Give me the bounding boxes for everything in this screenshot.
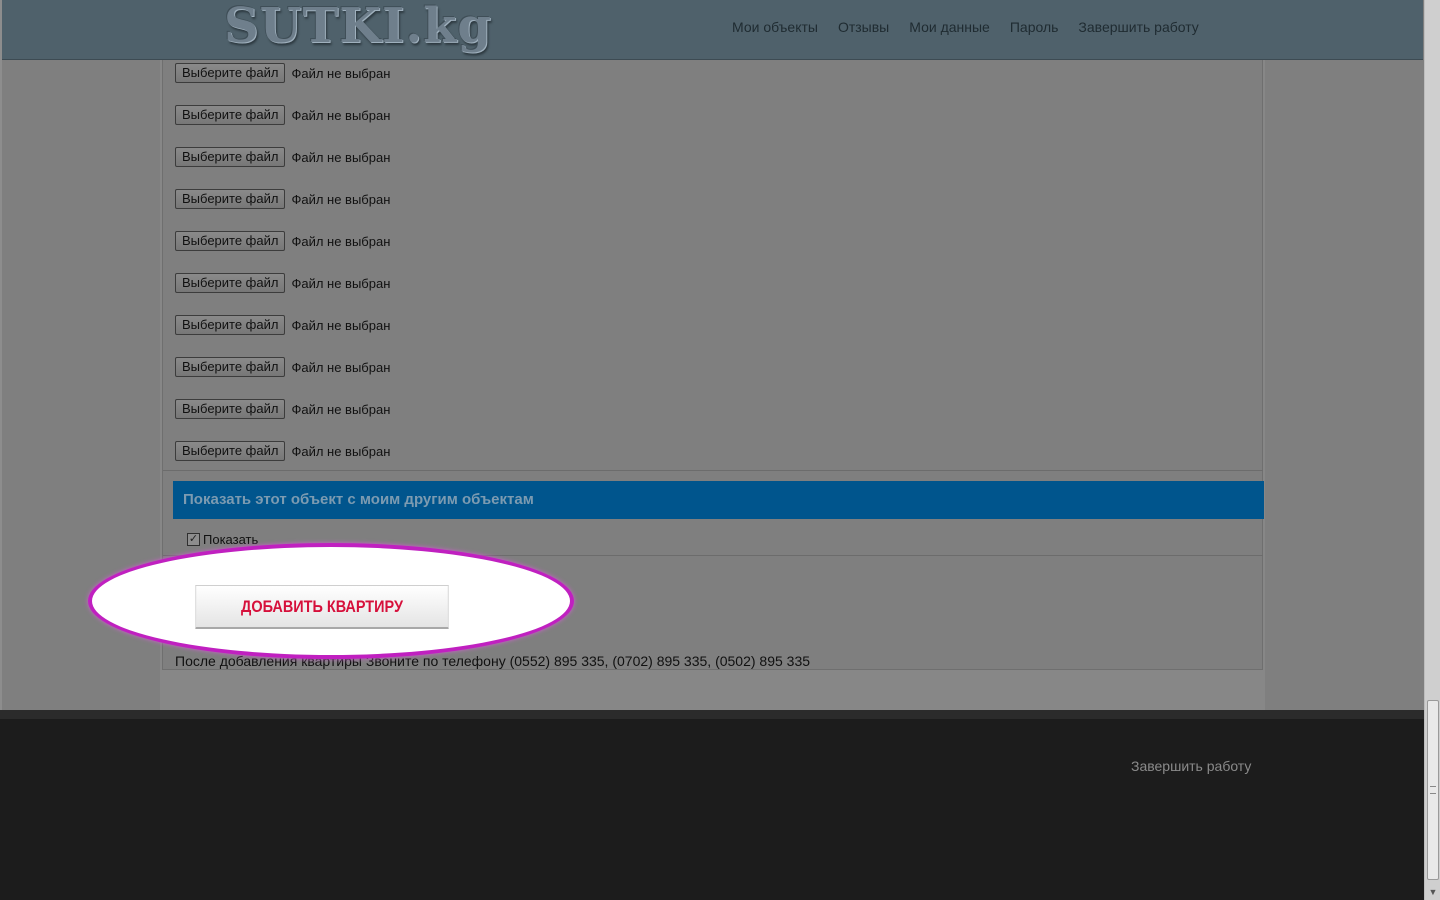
scroll-down-arrow-icon[interactable]: ▼ <box>1425 884 1440 900</box>
file-status: Файл не выбран <box>291 401 391 417</box>
choose-file-button[interactable]: Выберите файл <box>175 63 286 83</box>
file-input-row: Выберите файл Файл не выбран <box>175 356 390 378</box>
file-status: Файл не выбран <box>291 191 391 207</box>
site-footer: Завершить работу <box>0 710 1424 900</box>
site-header: SUTKI.kg Мои объекты Отзывы Мои данные П… <box>2 0 1423 60</box>
show-checkbox-label[interactable]: Показать <box>203 532 258 547</box>
divider <box>163 470 1263 471</box>
scrollbar-thumb[interactable] <box>1427 700 1439 880</box>
file-status: Файл не выбран <box>291 65 391 81</box>
file-input-row: Выберите файл Файл не выбран <box>175 188 390 210</box>
file-status: Файл не выбран <box>291 275 391 291</box>
choose-file-button[interactable]: Выберите файл <box>175 147 286 167</box>
show-checkbox-row: ✓ Показать <box>187 532 258 547</box>
file-input-row: Выберите файл Файл не выбран <box>175 146 390 168</box>
choose-file-button[interactable]: Выберите файл <box>175 357 286 377</box>
footer-logout-link[interactable]: Завершить работу <box>1131 758 1251 774</box>
file-status: Файл не выбран <box>291 359 391 375</box>
choose-file-button[interactable]: Выберите файл <box>175 105 286 125</box>
file-input-row: Выберите файл Файл не выбран <box>175 62 390 84</box>
page-left-edge <box>0 0 2 710</box>
file-input-row: Выберите файл Файл не выбран <box>175 230 390 252</box>
nav-password[interactable]: Пароль <box>1010 19 1059 35</box>
file-input-row: Выберите файл Файл не выбран <box>175 314 390 336</box>
file-input-row: Выберите файл Файл не выбран <box>175 398 390 420</box>
main-nav: Мои объекты Отзывы Мои данные Пароль Зав… <box>732 19 1199 35</box>
file-input-row: Выберите файл Файл не выбран <box>175 272 390 294</box>
nav-reviews[interactable]: Отзывы <box>838 19 889 35</box>
add-apartment-button[interactable]: ДОБАВИТЬ КВАРТИРУ <box>195 585 449 629</box>
site-logo[interactable]: SUTKI.kg <box>224 0 492 52</box>
choose-file-button[interactable]: Выберите файл <box>175 189 286 209</box>
show-checkbox[interactable]: ✓ <box>187 533 200 546</box>
vertical-scrollbar[interactable]: ▼ <box>1424 0 1440 900</box>
nav-my-objects[interactable]: Мои объекты <box>732 19 818 35</box>
file-status: Файл не выбран <box>291 107 391 123</box>
section-title: Показать этот объект с моим другим объек… <box>183 491 534 508</box>
choose-file-button[interactable]: Выберите файл <box>175 273 286 293</box>
file-status: Файл не выбран <box>291 149 391 165</box>
section-header: Показать этот объект с моим другим объек… <box>173 481 1264 519</box>
choose-file-button[interactable]: Выберите файл <box>175 399 286 419</box>
choose-file-button[interactable]: Выберите файл <box>175 315 286 335</box>
nav-my-data[interactable]: Мои данные <box>909 19 990 35</box>
grip-icon <box>1430 786 1436 794</box>
file-status: Файл не выбран <box>291 443 391 459</box>
nav-logout[interactable]: Завершить работу <box>1078 19 1198 35</box>
choose-file-button[interactable]: Выберите файл <box>175 441 286 461</box>
choose-file-button[interactable]: Выберите файл <box>175 231 286 251</box>
file-status: Файл не выбран <box>291 317 391 333</box>
file-input-row: Выберите файл Файл не выбран <box>175 440 390 462</box>
file-input-row: Выберите файл Файл не выбран <box>175 104 390 126</box>
file-status: Файл не выбран <box>291 233 391 249</box>
